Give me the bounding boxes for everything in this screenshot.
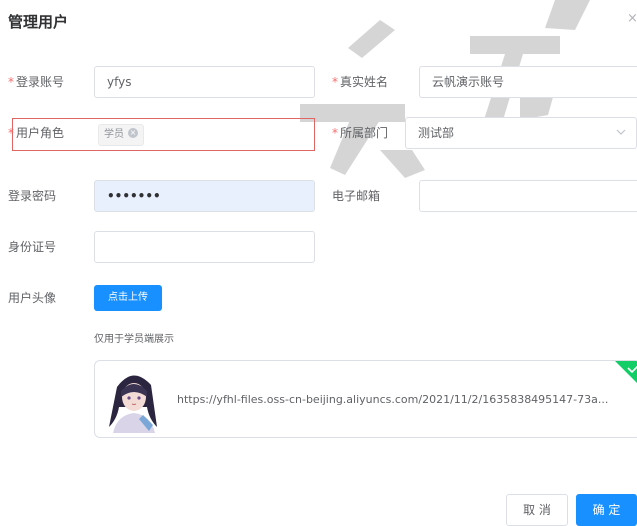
required-mark: * (332, 126, 338, 140)
confirm-button[interactable]: 确 定 (576, 494, 637, 526)
upload-hint: 仅用于学员端展示 (94, 334, 174, 345)
chevron-down-icon (616, 118, 626, 148)
user-role-label: * 用户角色 (8, 126, 65, 140)
user-role-select[interactable]: 学员 × (89, 118, 309, 150)
role-tag: 学员 × (98, 124, 144, 146)
required-mark: * (8, 126, 14, 140)
login-account-label: * 登录账号 (8, 75, 65, 89)
check-icon (614, 361, 637, 388)
upload-button[interactable]: 点击上传 (94, 285, 162, 311)
cancel-button[interactable]: 取 消 (506, 494, 568, 526)
dialog-title: 管理用户 (8, 13, 69, 31)
avatar-thumbnail (103, 367, 163, 433)
department-value: 测试部 (418, 126, 455, 140)
password-input[interactable]: ••••••• (94, 180, 315, 212)
close-icon[interactable]: × (627, 11, 637, 26)
file-url-text: https://yfhl-files.oss-cn-beijing.aliyun… (177, 393, 609, 406)
real-name-input[interactable]: 云帆演示账号 (419, 66, 637, 98)
uploaded-file-item[interactable]: https://yfhl-files.oss-cn-beijing.aliyun… (94, 360, 637, 438)
login-account-input[interactable]: yfys (94, 66, 315, 98)
tag-close-icon[interactable]: × (128, 128, 138, 138)
id-number-label: 身份证号 (8, 240, 57, 254)
required-mark: * (8, 75, 14, 89)
required-mark: * (332, 75, 338, 89)
department-label: * 所属部门 (332, 126, 389, 140)
real-name-label: * 真实姓名 (332, 75, 389, 89)
password-label: 登录密码 (8, 189, 57, 203)
email-input[interactable] (419, 180, 637, 212)
id-number-input[interactable] (94, 231, 315, 263)
email-label: 电子邮箱 (332, 189, 381, 203)
department-select[interactable]: 测试部 (405, 117, 637, 149)
avatar-label: 用户头像 (8, 291, 57, 305)
